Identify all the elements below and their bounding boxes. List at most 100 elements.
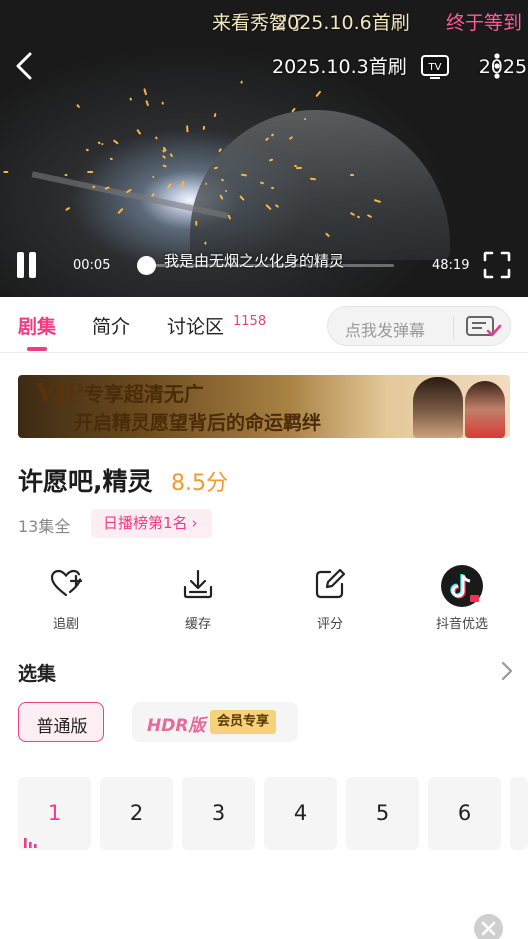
heart-plus-icon xyxy=(49,567,83,601)
spark xyxy=(166,182,172,189)
danmaku-input[interactable]: 点我发弹幕 xyxy=(327,306,511,346)
edit-icon xyxy=(313,567,347,601)
episode-item-peek[interactable] xyxy=(510,777,528,850)
danmaku-placeholder: 点我发弹幕 xyxy=(345,321,426,340)
action-bar: 追剧 缓存 评分 抖音优选 xyxy=(0,565,528,635)
rate-label: 评分 xyxy=(316,617,343,632)
episode-item[interactable]: 3 xyxy=(182,777,255,850)
episode-number: 6 xyxy=(457,801,472,825)
spark xyxy=(145,100,150,107)
close-icon[interactable] xyxy=(474,914,503,939)
spark xyxy=(186,125,189,133)
spark xyxy=(85,148,90,152)
spark xyxy=(75,103,80,109)
spark xyxy=(154,136,158,140)
svg-text:TV: TV xyxy=(428,62,442,73)
tv-cast-icon[interactable]: TV xyxy=(420,54,450,80)
banner-actress-image xyxy=(465,381,505,438)
spark xyxy=(203,241,207,245)
episode-number: 1 xyxy=(47,801,62,825)
spark xyxy=(100,142,105,146)
spark xyxy=(203,125,206,130)
episode-number: 5 xyxy=(375,801,390,825)
tab-episodes[interactable]: 剧集 xyxy=(18,312,56,339)
episode-list: 1 2 3 4 5 6 xyxy=(18,777,528,850)
spark xyxy=(295,166,303,170)
version-hdr-button[interactable]: HDR版 会员专享 xyxy=(132,702,298,742)
show-title: 许愿吧,精灵 xyxy=(18,467,153,496)
spark xyxy=(315,90,322,98)
episode-count: 13集全 xyxy=(18,517,71,536)
spark xyxy=(87,171,94,174)
spark xyxy=(135,129,141,136)
follow-button[interactable]: 追剧 xyxy=(16,565,116,635)
episode-item[interactable]: 4 xyxy=(264,777,337,850)
douyin-button[interactable]: 抖音优选 xyxy=(412,565,512,635)
spark xyxy=(116,207,124,214)
vip-only-badge: 会员专享 xyxy=(210,710,277,734)
banner-headline: VIP专享超清无广 xyxy=(36,378,204,407)
spark xyxy=(65,207,71,212)
episode-number: 3 xyxy=(211,801,226,825)
progress-knob[interactable] xyxy=(136,256,156,275)
more-icon[interactable] xyxy=(488,50,506,82)
rank-text: 日播榜第1名 xyxy=(103,514,188,532)
follow-label: 追剧 xyxy=(52,617,79,632)
episode-item[interactable]: 6 xyxy=(428,777,501,850)
banner-subline: 开启精灵愿望背后的命运羁绊 xyxy=(74,412,322,434)
douyin-label: 抖音优选 xyxy=(435,617,488,632)
spark xyxy=(2,170,9,173)
version-normal-label: 普通版 xyxy=(36,717,88,737)
download-icon xyxy=(181,567,215,601)
fullscreen-icon[interactable] xyxy=(482,250,512,280)
tab-active-indicator xyxy=(27,347,47,351)
episode-item[interactable]: 1 xyxy=(18,777,91,850)
spark xyxy=(163,164,168,168)
discussion-count: 1158 xyxy=(233,314,267,329)
episode-number: 2 xyxy=(129,801,144,825)
spark xyxy=(161,101,165,105)
version-normal-button[interactable]: 普通版 xyxy=(18,702,104,742)
current-time: 00:05 xyxy=(73,258,111,273)
download-label: 缓存 xyxy=(184,617,211,632)
spark xyxy=(128,96,132,101)
spark xyxy=(109,157,114,161)
rate-button[interactable]: 评分 xyxy=(280,565,380,635)
video-player[interactable]: 来看秀智了2025.10.6首刷 终于等到 2025.10.3首刷2025.10… xyxy=(0,0,528,297)
chevron-right-icon[interactable] xyxy=(498,660,516,682)
divider xyxy=(453,316,454,338)
spark xyxy=(97,141,101,145)
danmaku-settings-icon[interactable] xyxy=(464,314,502,340)
player-controls: 00:05 我是由无烟之火化身的精灵 48:19 xyxy=(0,246,528,286)
spark xyxy=(113,139,119,145)
spark xyxy=(169,152,174,158)
pause-icon[interactable] xyxy=(14,252,40,280)
chevron-right-icon: › xyxy=(191,514,198,532)
spark xyxy=(65,173,68,176)
total-time: 48:19 xyxy=(432,258,470,273)
show-score: 8.5分 xyxy=(171,471,228,496)
spark xyxy=(142,88,147,96)
tab-discussion[interactable]: 讨论区 xyxy=(167,312,224,339)
tiktok-icon xyxy=(441,565,483,607)
spark xyxy=(151,175,155,179)
back-icon[interactable] xyxy=(10,48,42,84)
danmaku-comment: 终于等到 xyxy=(446,12,523,34)
episode-item[interactable]: 5 xyxy=(346,777,419,850)
spark xyxy=(161,154,166,160)
content-tabs: 剧集 简介 讨论区 1158 点我发弹幕 xyxy=(0,297,528,353)
spark xyxy=(239,79,243,84)
tab-intro[interactable]: 简介 xyxy=(92,312,130,339)
rank-badge[interactable]: 日播榜第1名 › xyxy=(91,509,212,538)
episodes-section-title: 选集 xyxy=(18,663,57,685)
danmaku-comment: 来看秀智了2025.10.6首刷 xyxy=(212,12,410,34)
spark xyxy=(195,220,198,226)
download-button[interactable]: 缓存 xyxy=(148,565,248,635)
version-hdr-label: HDR版 xyxy=(147,716,206,736)
episode-number: 4 xyxy=(293,801,308,825)
banner-actor-image xyxy=(413,377,463,438)
episode-item[interactable]: 2 xyxy=(100,777,173,850)
vip-banner[interactable]: VIP专享超清无广 开启精灵愿望背后的命运羁绊 xyxy=(18,375,510,438)
spark xyxy=(213,112,217,118)
playing-icon xyxy=(24,833,38,848)
